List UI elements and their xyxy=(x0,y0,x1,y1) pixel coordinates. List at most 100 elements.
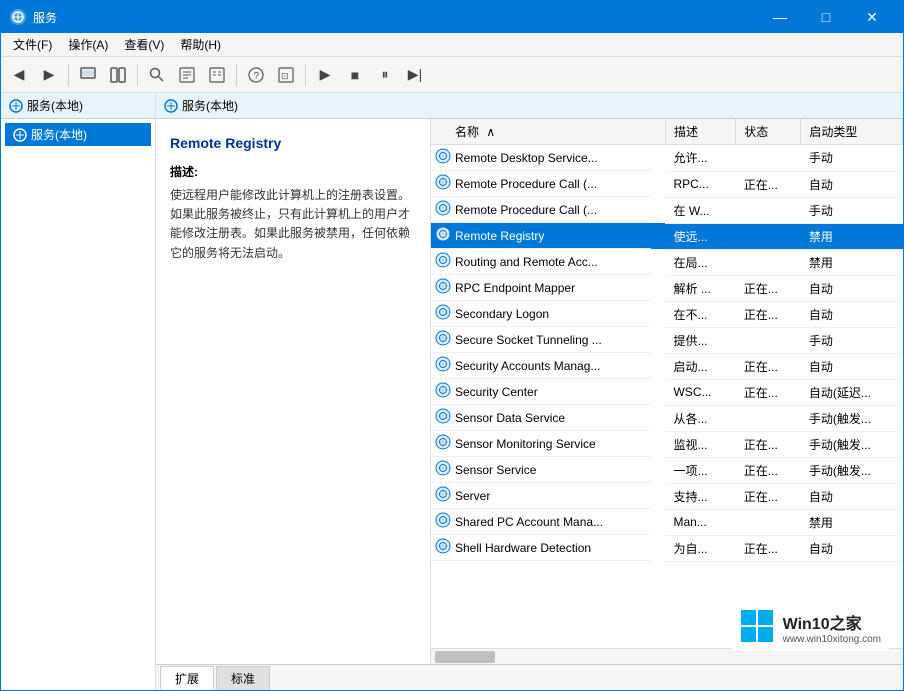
pause-service-button[interactable]: ⏸ xyxy=(371,61,399,89)
help-button[interactable]: ? xyxy=(242,61,270,89)
separator-4 xyxy=(305,64,306,86)
service-startup-cell: 手动 xyxy=(801,327,903,353)
service-desc-cell: 解析 ... xyxy=(665,275,735,301)
close-button[interactable]: ✕ xyxy=(849,1,895,33)
service-status-cell: 正在... xyxy=(736,171,801,197)
bottom-tabs: 扩展 标准 xyxy=(156,664,903,690)
service-startup-cell: 自动 xyxy=(801,353,903,379)
service-status-cell xyxy=(736,223,801,249)
service-status-cell: 正在... xyxy=(736,457,801,483)
service-icon xyxy=(435,330,451,349)
service-status-cell xyxy=(736,145,801,172)
forward-button[interactable]: ▶ xyxy=(35,61,63,89)
left-panel-title: 服务(本地) xyxy=(27,97,83,114)
table-row[interactable]: Remote Desktop Service...允许...手动 xyxy=(431,145,903,172)
tab-standard[interactable]: 标准 xyxy=(216,666,270,690)
table-row[interactable]: Sensor Monitoring Service监视...正在...手动(触发… xyxy=(431,431,903,457)
table-row[interactable]: RPC Endpoint Mapper解析 ...正在...自动 xyxy=(431,275,903,301)
service-icon xyxy=(435,148,451,167)
restart-service-button[interactable]: ▶| xyxy=(401,61,429,89)
service-desc-cell: 提供... xyxy=(665,327,735,353)
service-status-cell xyxy=(736,509,801,535)
col-desc[interactable]: 描述 xyxy=(665,119,735,145)
service-desc-cell: 一项... xyxy=(665,457,735,483)
service-status-cell xyxy=(736,197,801,223)
service-name-cell: Sensor Monitoring Service xyxy=(455,437,596,451)
service-icon xyxy=(435,356,451,375)
table-row[interactable]: Shell Hardware Detection为自...正在...自动 xyxy=(431,535,903,561)
filter-button[interactable]: ⊡ xyxy=(272,61,300,89)
service-desc-cell: 监视... xyxy=(665,431,735,457)
menu-help[interactable]: 帮助(H) xyxy=(172,34,229,55)
tree-item-local[interactable]: 服务(本地) xyxy=(5,123,151,146)
service-icon xyxy=(435,460,451,479)
service-status-cell: 正在... xyxy=(736,353,801,379)
table-row[interactable]: Remote Procedure Call (...在 W...手动 xyxy=(431,197,903,223)
service-status-cell: 正在... xyxy=(736,483,801,509)
service-icon xyxy=(435,408,451,427)
service-startup-cell: 自动 xyxy=(801,483,903,509)
service-icon xyxy=(435,434,451,453)
search-button[interactable] xyxy=(143,61,171,89)
services-table: 名称 ∧ 描述 状态 启动类型 xyxy=(431,119,903,562)
stop-service-button[interactable]: ■ xyxy=(341,61,369,89)
col-status[interactable]: 状态 xyxy=(736,119,801,145)
col-startup[interactable]: 启动类型 xyxy=(801,119,903,145)
service-startup-cell: 自动 xyxy=(801,301,903,327)
desc-label: 描述: xyxy=(170,163,416,180)
service-status-cell xyxy=(736,249,801,275)
table-row[interactable]: Sensor Data Service从各...手动(触发... xyxy=(431,405,903,431)
service-name-cell: Routing and Remote Acc... xyxy=(455,255,598,269)
service-startup-cell: 自动 xyxy=(801,535,903,561)
maximize-button[interactable]: □ xyxy=(803,1,849,33)
table-row[interactable]: Remote Registry使远...禁用 xyxy=(431,223,903,249)
toolbar: ◀ ▶ ? ⊡ ▶ ■ ⏸ ▶| xyxy=(1,57,903,93)
service-startup-cell: 手动(触发... xyxy=(801,405,903,431)
service-startup-cell: 禁用 xyxy=(801,509,903,535)
menu-file[interactable]: 文件(F) xyxy=(5,34,60,55)
service-status-cell: 正在... xyxy=(736,431,801,457)
service-name-cell: Remote Desktop Service... xyxy=(455,151,598,165)
table-row[interactable]: Sensor Service一项...正在...手动(触发... xyxy=(431,457,903,483)
separator-2 xyxy=(137,64,138,86)
table-row[interactable]: Shared PC Account Mana...Man...禁用 xyxy=(431,509,903,535)
content-split: Remote Registry 描述: 使远程用户能修改此计算机上的注册表设置。… xyxy=(156,119,903,664)
service-name-cell: Shell Hardware Detection xyxy=(455,541,591,555)
services-header-text: 服务(本地) xyxy=(182,97,238,114)
watermark-text-block: Win10之家 www.win10xitong.com xyxy=(783,610,881,645)
menu-view[interactable]: 查看(V) xyxy=(116,34,172,55)
col-name[interactable]: 名称 ∧ xyxy=(431,119,665,145)
start-service-button[interactable]: ▶ xyxy=(311,61,339,89)
tab-expand[interactable]: 扩展 xyxy=(160,666,214,690)
up-button[interactable] xyxy=(74,61,102,89)
show-tree-button[interactable] xyxy=(104,61,132,89)
service-status-cell: 正在... xyxy=(736,301,801,327)
minimize-button[interactable]: — xyxy=(757,1,803,33)
table-row[interactable]: Security Accounts Manag... 启动...正在...自动 xyxy=(431,353,903,379)
svg-text:⊡: ⊡ xyxy=(281,71,289,81)
window-title: 服务 xyxy=(33,9,757,26)
service-name-cell: Sensor Service xyxy=(455,463,536,477)
h-scrollbar-thumb[interactable] xyxy=(435,651,495,663)
table-row[interactable]: Server支持...正在...自动 xyxy=(431,483,903,509)
service-name-cell: Security Center xyxy=(455,385,538,399)
menu-action[interactable]: 操作(A) xyxy=(60,34,116,55)
table-row[interactable]: Security CenterWSC...正在...自动(延迟... xyxy=(431,379,903,405)
services-header: 服务(本地) xyxy=(156,93,903,119)
service-desc-cell: RPC... xyxy=(665,171,735,197)
services-table-container[interactable]: 名称 ∧ 描述 状态 启动类型 xyxy=(431,119,903,648)
properties-button[interactable] xyxy=(203,61,231,89)
window-controls: — □ ✕ xyxy=(757,1,895,33)
service-icon xyxy=(435,174,451,193)
table-row[interactable]: Secure Socket Tunneling ...提供...手动 xyxy=(431,327,903,353)
service-startup-cell: 自动 xyxy=(801,171,903,197)
back-button[interactable]: ◀ xyxy=(5,61,33,89)
service-name-cell: Security Accounts Manag... xyxy=(455,359,600,373)
table-row[interactable]: Remote Procedure Call (...RPC...正在...自动 xyxy=(431,171,903,197)
separator-1 xyxy=(68,64,69,86)
table-row[interactable]: Routing and Remote Acc...在局...禁用 xyxy=(431,249,903,275)
table-row[interactable]: Secondary Logon在不...正在...自动 xyxy=(431,301,903,327)
left-panel: 服务(本地) 服务(本地) xyxy=(1,93,156,690)
export-button[interactable] xyxy=(173,61,201,89)
service-desc-cell: 启动... xyxy=(665,353,735,379)
